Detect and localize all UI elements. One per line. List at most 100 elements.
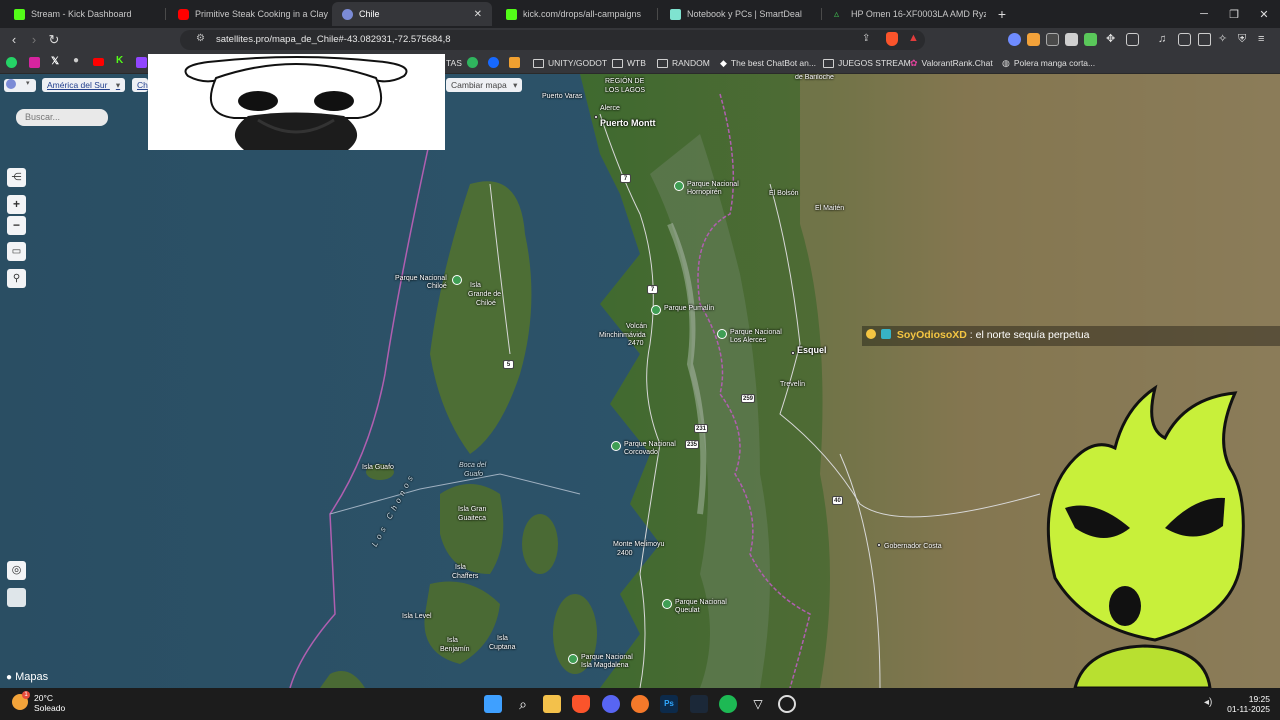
bookmark-chatbot[interactable]: ◆ The best ChatBot an...: [720, 56, 816, 70]
bookmark-polera[interactable]: ◍ Polera manga corta...: [1002, 56, 1095, 70]
map-menu-button[interactable]: ▾: [4, 79, 36, 92]
tree-icon: [651, 305, 661, 315]
file-explorer-icon[interactable]: [543, 695, 561, 713]
knight-mask-icon: [184, 56, 408, 150]
extension-icon[interactable]: [1027, 33, 1040, 46]
zoom-out-button[interactable]: −: [7, 216, 26, 235]
blender-icon[interactable]: [631, 695, 649, 713]
brave-browser-icon[interactable]: [572, 695, 590, 713]
extension-icon[interactable]: [1008, 33, 1021, 46]
extensions-puzzle-icon[interactable]: ✥: [1106, 33, 1119, 46]
instagram-icon[interactable]: [29, 57, 40, 68]
park-marker[interactable]: Parque Nacional Corcovado: [611, 441, 676, 457]
park-marker[interactable]: Parque Nacional Chiloé: [395, 275, 462, 291]
tab-chile[interactable]: Chile ✕: [332, 2, 492, 26]
whatsapp-icon[interactable]: [6, 57, 17, 68]
tab-title: Primitive Steak Cooking in a Clay Ov: [195, 9, 330, 19]
tab-youtube-video[interactable]: Primitive Steak Cooking in a Clay Ov: [168, 2, 330, 26]
riot-icon[interactable]: ▽: [749, 695, 767, 713]
tab-hp-omen[interactable]: ▵ HP Omen 16-XF0003LA AMD Ryzen: [824, 2, 986, 26]
extension-icon[interactable]: [1065, 33, 1078, 46]
brave-rewards-icon[interactable]: ▲: [908, 32, 919, 44]
park-label: Parque Pumalín: [664, 305, 715, 312]
park-marker[interactable]: Parque Nacional Hornopirén: [674, 181, 739, 197]
screenshot-icon[interactable]: [1126, 33, 1139, 46]
bookmark-label: ValorantRank.Chat: [921, 58, 993, 68]
wallet-icon[interactable]: [1198, 33, 1211, 46]
park-label: Parque Nacional: [675, 599, 727, 606]
new-tab-button[interactable]: +: [986, 0, 1018, 28]
maximize-button[interactable]: ❐: [1218, 0, 1250, 28]
park-marker[interactable]: Parque Nacional Queulat: [662, 599, 727, 615]
bookmark-folder-juegos-stream[interactable]: JUEGOS STREAM: [823, 56, 911, 70]
brave-shields-icon[interactable]: [886, 32, 898, 46]
spotify-icon[interactable]: [719, 695, 737, 713]
search-input[interactable]: Buscar...: [16, 109, 108, 126]
discord-icon[interactable]: [602, 695, 620, 713]
menu-icon[interactable]: ≡: [1258, 33, 1271, 46]
close-window-button[interactable]: ✕: [1248, 0, 1280, 28]
chat-message: SoyOdiosoXD : el norte sequía perpetua: [862, 326, 1280, 346]
bookmark-icon[interactable]: [467, 57, 478, 68]
youtube-icon[interactable]: [93, 58, 104, 66]
behance-icon[interactable]: [488, 57, 499, 68]
bookmark-folder-random[interactable]: RANDOM: [657, 56, 710, 70]
bookmark-label: JUEGOS STREAM: [838, 58, 911, 68]
kick-icon[interactable]: K: [116, 55, 123, 66]
tree-icon: [611, 441, 621, 451]
park-label: Parque Nacional: [581, 654, 633, 661]
park-marker[interactable]: Parque Nacional Los Alerces: [717, 329, 782, 345]
bookmark-folder-wtb[interactable]: WTB: [612, 56, 646, 70]
change-map-select[interactable]: Cambiar mapa ▾: [446, 78, 523, 92]
bookmark-partial[interactable]: TAS: [446, 56, 462, 70]
steam-icon[interactable]: [690, 695, 708, 713]
search-icon[interactable]: ⌕: [514, 695, 532, 713]
close-tab-icon[interactable]: ✕: [474, 9, 482, 20]
park-label: Corcovado: [624, 449, 658, 456]
valorant-icon: ✿: [910, 57, 918, 68]
tab-kick-dashboard[interactable]: Stream - Kick Dashboard: [4, 2, 166, 26]
zoom-in-button[interactable]: +: [7, 195, 26, 214]
volume-icon[interactable]: ◂): [1204, 697, 1212, 708]
park-marker[interactable]: Parque Pumalín: [651, 305, 715, 315]
locate-icon[interactable]: ◎: [7, 561, 26, 580]
apple-icon[interactable]: ●: [73, 55, 79, 66]
back-icon[interactable]: ‹: [6, 32, 22, 48]
openai-icon: ◆: [720, 57, 727, 68]
layer-thumbnail-icon[interactable]: [7, 588, 26, 607]
url-field[interactable]: ⚙ satellites.pro/mapa_de_Chile#-43.08293…: [180, 30, 925, 50]
obs-icon[interactable]: [778, 695, 796, 713]
twitch-icon[interactable]: [136, 57, 147, 68]
extension-icon[interactable]: [1046, 33, 1059, 46]
park-marker[interactable]: Parque Nacional Isla Magdalena: [568, 654, 633, 670]
music-icon[interactable]: ♫: [1158, 33, 1171, 46]
site-settings-icon[interactable]: ⚙: [196, 33, 205, 44]
share-icon[interactable]: ⋲: [7, 168, 26, 187]
reload-icon[interactable]: ↻: [46, 32, 62, 48]
system-clock[interactable]: 19:25 01-11-2025: [1227, 694, 1270, 714]
ruler-icon[interactable]: ▭: [7, 242, 26, 261]
route-shield: 7: [647, 285, 658, 294]
x-icon[interactable]: 𝕏: [51, 56, 59, 67]
subscriber-badge-icon: [880, 329, 891, 339]
tab-title: Stream - Kick Dashboard: [31, 9, 132, 19]
vpn-shield-icon[interactable]: ⛨: [1238, 33, 1251, 46]
bookmark-valorantrank[interactable]: ✿ ValorantRank.Chat: [910, 56, 993, 70]
photoshop-icon[interactable]: Ps: [660, 695, 678, 713]
leo-ai-icon[interactable]: ✧: [1218, 33, 1231, 46]
weather-widget[interactable]: 20°C Soleado: [12, 693, 65, 713]
region-select[interactable]: América del Sur ▾: [42, 78, 126, 92]
forward-icon[interactable]: ›: [26, 32, 42, 48]
windows-start-icon[interactable]: [484, 695, 502, 713]
country-select[interactable]: Ch: [132, 78, 148, 92]
extension-icon[interactable]: [1084, 33, 1097, 46]
bookmark-folder-unity-godot[interactable]: UNITY/GODOT: [533, 56, 607, 70]
minimize-button[interactable]: ─: [1188, 0, 1220, 28]
share-icon[interactable]: ⇪: [862, 33, 870, 44]
tab-smartdeal[interactable]: Notebook y PCs | SmartDeal: [660, 2, 822, 26]
tab-kick-drops[interactable]: kick.com/drops/all-campaigns: [496, 2, 658, 26]
sidebar-icon[interactable]: [1178, 33, 1191, 46]
route-tool-icon[interactable]: ⚲: [7, 269, 26, 288]
park-label: Parque Nacional: [395, 275, 447, 282]
bookmark-icon[interactable]: [509, 57, 520, 68]
